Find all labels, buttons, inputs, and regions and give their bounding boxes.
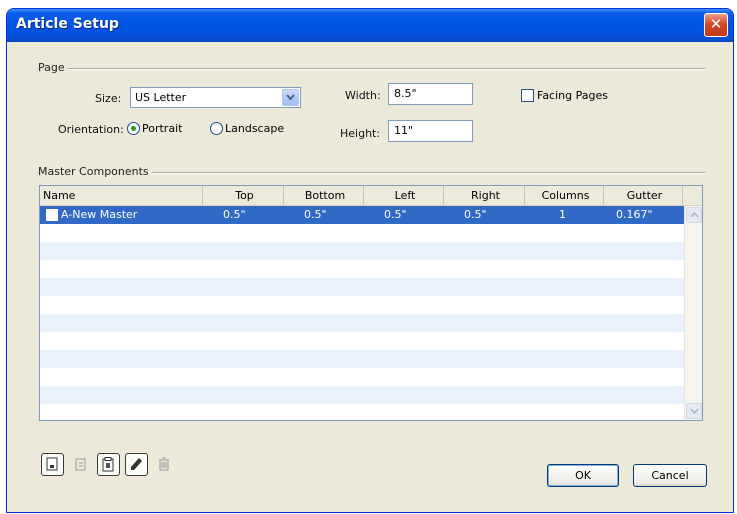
master-page-icon bbox=[46, 209, 58, 221]
landscape-radio[interactable]: Landscape bbox=[210, 122, 284, 135]
landscape-label: Landscape bbox=[225, 122, 285, 135]
portrait-radio[interactable]: Portrait bbox=[127, 122, 182, 135]
column-header-bottom[interactable]: Bottom bbox=[284, 186, 364, 205]
close-icon: ✕ bbox=[709, 15, 723, 33]
empty-row bbox=[40, 404, 684, 420]
size-select-value: US Letter bbox=[135, 91, 187, 104]
row-right: 0.5" bbox=[464, 208, 487, 221]
edit-master-button[interactable] bbox=[125, 453, 148, 476]
empty-row bbox=[40, 260, 684, 278]
chevron-down-icon[interactable] bbox=[282, 89, 299, 106]
scroll-up-button[interactable] bbox=[686, 207, 702, 223]
empty-row bbox=[40, 278, 684, 296]
column-header-columns[interactable]: Columns bbox=[525, 186, 604, 205]
empty-row bbox=[40, 224, 684, 242]
cancel-button[interactable]: Cancel bbox=[633, 464, 707, 487]
scroll-down-button[interactable] bbox=[686, 403, 702, 419]
chevron-down-icon bbox=[690, 408, 699, 414]
orientation-label: Orientation: bbox=[58, 123, 124, 136]
row-top: 0.5" bbox=[223, 208, 246, 221]
row-bottom: 0.5" bbox=[304, 208, 327, 221]
window-title: Article Setup bbox=[16, 16, 119, 32]
paste-master-button[interactable] bbox=[97, 453, 120, 476]
table-body: A-New Master 0.5" 0.5" 0.5" 0.5" 1 0.167… bbox=[40, 206, 684, 420]
portrait-label: Portrait bbox=[142, 122, 183, 135]
new-master-button[interactable] bbox=[41, 453, 64, 476]
chevron-up-icon bbox=[690, 212, 699, 218]
paste-master-icon bbox=[102, 457, 114, 472]
radio-unchecked-icon bbox=[210, 122, 223, 135]
row-gutter: 0.167" bbox=[616, 208, 653, 221]
page-group-label: Page bbox=[38, 61, 68, 74]
height-label: Height: bbox=[340, 127, 381, 140]
checkbox-unchecked-icon bbox=[521, 89, 534, 102]
table-row[interactable]: A-New Master 0.5" 0.5" 0.5" 0.5" 1 0.167… bbox=[40, 206, 684, 224]
vertical-scrollbar[interactable] bbox=[684, 206, 702, 420]
empty-row bbox=[40, 332, 684, 350]
delete-master-button[interactable] bbox=[153, 453, 176, 476]
delete-master-icon bbox=[159, 457, 169, 471]
radio-checked-icon bbox=[127, 122, 140, 135]
duplicate-master-icon bbox=[75, 458, 86, 471]
column-header-top[interactable]: Top bbox=[203, 186, 284, 205]
master-components-table[interactable]: Name Top Bottom Left Right Columns Gutte… bbox=[39, 185, 703, 421]
empty-row bbox=[40, 314, 684, 332]
size-label: Size: bbox=[95, 92, 122, 105]
close-button[interactable]: ✕ bbox=[704, 13, 728, 37]
duplicate-master-button[interactable] bbox=[69, 453, 92, 476]
column-header-left[interactable]: Left bbox=[364, 186, 444, 205]
row-name-cell: A-New Master bbox=[40, 206, 203, 224]
column-header-gutter[interactable]: Gutter bbox=[604, 186, 683, 205]
width-label: Width: bbox=[345, 89, 381, 102]
page-group-divider bbox=[37, 68, 705, 70]
new-master-icon bbox=[46, 457, 58, 471]
row-left: 0.5" bbox=[384, 208, 407, 221]
row-columns: 1 bbox=[559, 208, 566, 221]
width-field[interactable]: 8.5" bbox=[388, 83, 473, 105]
ok-button[interactable]: OK bbox=[547, 464, 619, 487]
column-header-right[interactable]: Right bbox=[444, 186, 525, 205]
column-header-name[interactable]: Name bbox=[40, 186, 203, 205]
empty-row bbox=[40, 386, 684, 404]
title-bar[interactable]: Article Setup ✕ bbox=[7, 9, 733, 42]
article-setup-dialog: Article Setup ✕ Page Size: US Letter Ori… bbox=[6, 8, 734, 513]
size-select[interactable]: US Letter bbox=[130, 87, 301, 108]
empty-row bbox=[40, 368, 684, 386]
edit-master-icon bbox=[131, 458, 142, 470]
facing-pages-checkbox[interactable]: Facing Pages bbox=[521, 89, 608, 102]
table-header: Name Top Bottom Left Right Columns Gutte… bbox=[40, 186, 702, 206]
row-name: A-New Master bbox=[61, 208, 138, 221]
empty-row bbox=[40, 296, 684, 314]
height-field[interactable]: 11" bbox=[388, 120, 473, 142]
facing-pages-label: Facing Pages bbox=[537, 89, 608, 102]
empty-row bbox=[40, 350, 684, 368]
empty-row bbox=[40, 242, 684, 260]
master-group-label: Master Components bbox=[38, 165, 152, 178]
